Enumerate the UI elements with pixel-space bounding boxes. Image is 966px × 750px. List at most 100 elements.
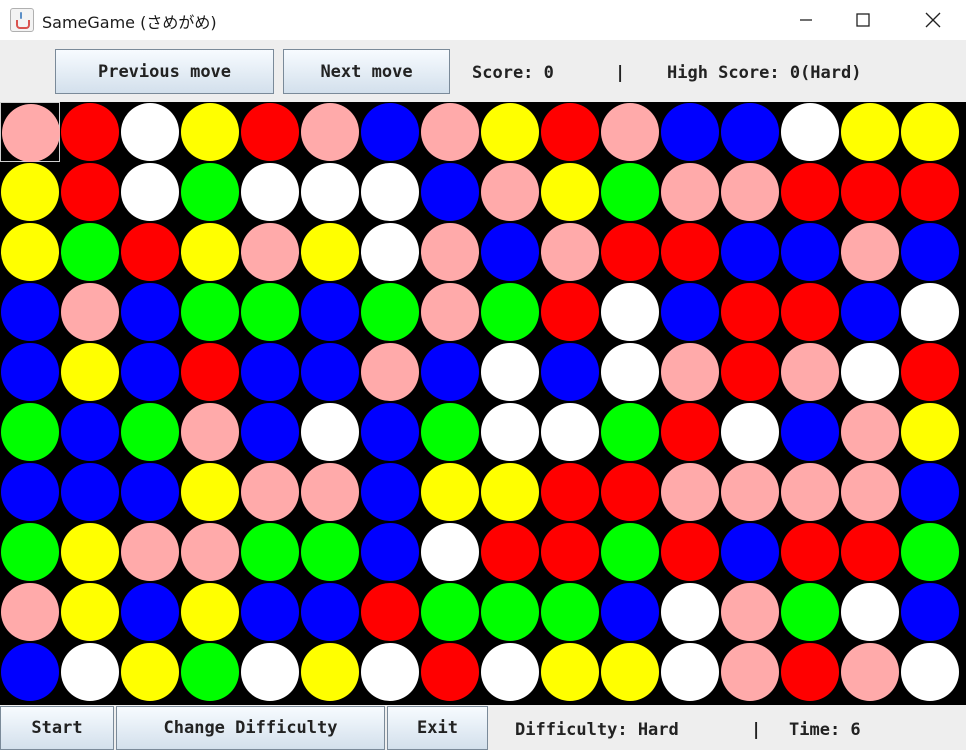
- board-cell[interactable]: [420, 582, 480, 642]
- board-cell[interactable]: [900, 282, 960, 342]
- board-cell[interactable]: [240, 582, 300, 642]
- board-cell[interactable]: [600, 222, 660, 282]
- board-cell[interactable]: [60, 162, 120, 222]
- board-cell[interactable]: [840, 402, 900, 462]
- board-cell[interactable]: [420, 522, 480, 582]
- board-cell[interactable]: [60, 522, 120, 582]
- board-cell[interactable]: [720, 162, 780, 222]
- board-cell[interactable]: [420, 342, 480, 402]
- board-cell[interactable]: [540, 582, 600, 642]
- board-cell[interactable]: [0, 102, 60, 162]
- board-cell[interactable]: [780, 642, 840, 702]
- board-cell[interactable]: [0, 462, 60, 522]
- board-cell[interactable]: [840, 642, 900, 702]
- board-cell[interactable]: [900, 162, 960, 222]
- previous-move-button[interactable]: Previous move: [55, 49, 274, 94]
- board-cell[interactable]: [780, 282, 840, 342]
- board-cell[interactable]: [120, 642, 180, 702]
- board-cell[interactable]: [900, 222, 960, 282]
- board-cell[interactable]: [300, 162, 360, 222]
- board-cell[interactable]: [780, 222, 840, 282]
- board-cell[interactable]: [660, 402, 720, 462]
- board-cell[interactable]: [180, 642, 240, 702]
- board-cell[interactable]: [420, 162, 480, 222]
- board-cell[interactable]: [300, 342, 360, 402]
- board-cell[interactable]: [300, 222, 360, 282]
- board-cell[interactable]: [420, 102, 480, 162]
- minimize-button[interactable]: [783, 0, 829, 40]
- board-cell[interactable]: [540, 282, 600, 342]
- board-cell[interactable]: [0, 282, 60, 342]
- board-cell[interactable]: [900, 582, 960, 642]
- board-cell[interactable]: [180, 102, 240, 162]
- board-cell[interactable]: [660, 522, 720, 582]
- board-cell[interactable]: [360, 102, 420, 162]
- board-cell[interactable]: [60, 282, 120, 342]
- board-cell[interactable]: [540, 642, 600, 702]
- board-cell[interactable]: [840, 342, 900, 402]
- board-cell[interactable]: [600, 522, 660, 582]
- board-cell[interactable]: [780, 582, 840, 642]
- board-cell[interactable]: [480, 462, 540, 522]
- board-cell[interactable]: [540, 162, 600, 222]
- board-cell[interactable]: [180, 522, 240, 582]
- board-cell[interactable]: [0, 582, 60, 642]
- board-cell[interactable]: [480, 522, 540, 582]
- board-cell[interactable]: [300, 462, 360, 522]
- board-cell[interactable]: [840, 102, 900, 162]
- board-cell[interactable]: [600, 342, 660, 402]
- maximize-button[interactable]: [840, 0, 886, 40]
- board-cell[interactable]: [0, 162, 60, 222]
- board-cell[interactable]: [600, 642, 660, 702]
- board-cell[interactable]: [480, 102, 540, 162]
- board-cell[interactable]: [420, 222, 480, 282]
- board-cell[interactable]: [900, 402, 960, 462]
- board-cell[interactable]: [480, 642, 540, 702]
- board-cell[interactable]: [0, 522, 60, 582]
- board-cell[interactable]: [780, 342, 840, 402]
- board-cell[interactable]: [480, 402, 540, 462]
- board-cell[interactable]: [240, 402, 300, 462]
- board-cell[interactable]: [840, 582, 900, 642]
- board-cell[interactable]: [660, 162, 720, 222]
- board-cell[interactable]: [360, 162, 420, 222]
- board-cell[interactable]: [480, 162, 540, 222]
- board-cell[interactable]: [720, 642, 780, 702]
- board-cell[interactable]: [300, 582, 360, 642]
- board-cell[interactable]: [240, 222, 300, 282]
- board-cell[interactable]: [420, 282, 480, 342]
- board-cell[interactable]: [780, 162, 840, 222]
- board-cell[interactable]: [600, 162, 660, 222]
- board-cell[interactable]: [360, 582, 420, 642]
- board-cell[interactable]: [600, 582, 660, 642]
- board-cell[interactable]: [660, 582, 720, 642]
- board-cell[interactable]: [60, 102, 120, 162]
- board-cell[interactable]: [60, 222, 120, 282]
- board-cell[interactable]: [360, 522, 420, 582]
- change-difficulty-button[interactable]: Change Difficulty: [116, 706, 385, 750]
- board-cell[interactable]: [180, 222, 240, 282]
- board-cell[interactable]: [540, 222, 600, 282]
- board-cell[interactable]: [120, 162, 180, 222]
- board-cell[interactable]: [240, 462, 300, 522]
- board-cell[interactable]: [840, 462, 900, 522]
- board-cell[interactable]: [0, 222, 60, 282]
- board-cell[interactable]: [300, 282, 360, 342]
- board-cell[interactable]: [120, 462, 180, 522]
- board-cell[interactable]: [600, 282, 660, 342]
- board-cell[interactable]: [60, 582, 120, 642]
- game-board[interactable]: [0, 102, 966, 705]
- board-cell[interactable]: [720, 522, 780, 582]
- board-cell[interactable]: [180, 402, 240, 462]
- board-cell[interactable]: [840, 282, 900, 342]
- board-cell[interactable]: [540, 102, 600, 162]
- board-cell[interactable]: [480, 342, 540, 402]
- board-cell[interactable]: [480, 222, 540, 282]
- board-cell[interactable]: [540, 342, 600, 402]
- board-cell[interactable]: [660, 102, 720, 162]
- close-button[interactable]: [910, 0, 956, 40]
- board-cell[interactable]: [360, 462, 420, 522]
- board-cell[interactable]: [60, 342, 120, 402]
- board-cell[interactable]: [240, 522, 300, 582]
- board-cell[interactable]: [780, 462, 840, 522]
